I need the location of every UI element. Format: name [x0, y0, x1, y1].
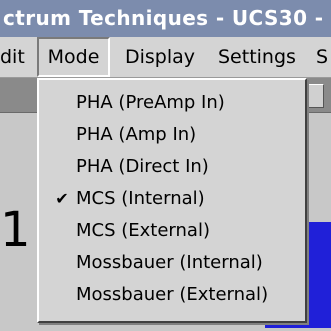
menu-item-label: PHA (PreAmp In) — [76, 92, 225, 113]
window-title: ctrum Techniques - UCS30 - — [3, 6, 324, 30]
menu-item-mcs-internal[interactable]: ✔ MCS (Internal) — [39, 183, 305, 214]
check-icon: ✔ — [55, 189, 69, 208]
menu-item-pha-direct-in[interactable]: PHA (Direct In) — [39, 151, 305, 182]
mode-dropdown-menu: PHA (PreAmp In) PHA (Amp In) PHA (Direct… — [37, 78, 307, 323]
menu-mode[interactable]: Mode — [37, 37, 110, 77]
title-bar[interactable]: ctrum Techniques - UCS30 - — [0, 0, 331, 37]
menu-settings[interactable]: Settings — [218, 37, 296, 77]
menu-item-pha-amp-in[interactable]: PHA (Amp In) — [39, 119, 305, 150]
menu-item-label: MCS (Internal) — [76, 188, 205, 209]
menu-item-label: MCS (External) — [76, 220, 210, 241]
menu-more[interactable]: S — [316, 37, 328, 77]
menu-edit[interactable]: dit — [0, 37, 25, 77]
menu-item-mcs-external[interactable]: MCS (External) — [39, 215, 305, 246]
menu-item-label: PHA (Amp In) — [76, 124, 197, 145]
menu-item-mossbauer-internal[interactable]: Mossbauer (Internal) — [39, 247, 305, 278]
menu-bar: dit Mode Display Settings S — [0, 37, 331, 78]
menu-item-pha-preamp-in[interactable]: PHA (PreAmp In) — [39, 87, 305, 118]
counter-display-partial: 1 — [0, 202, 31, 258]
menu-item-label: Mossbauer (External) — [76, 284, 269, 305]
menu-display[interactable]: Display — [125, 37, 195, 77]
menu-item-mossbauer-external[interactable]: Mossbauer (External) — [39, 279, 305, 310]
menu-item-label: Mossbauer (Internal) — [76, 252, 263, 273]
menu-item-label: PHA (Direct In) — [76, 156, 209, 177]
